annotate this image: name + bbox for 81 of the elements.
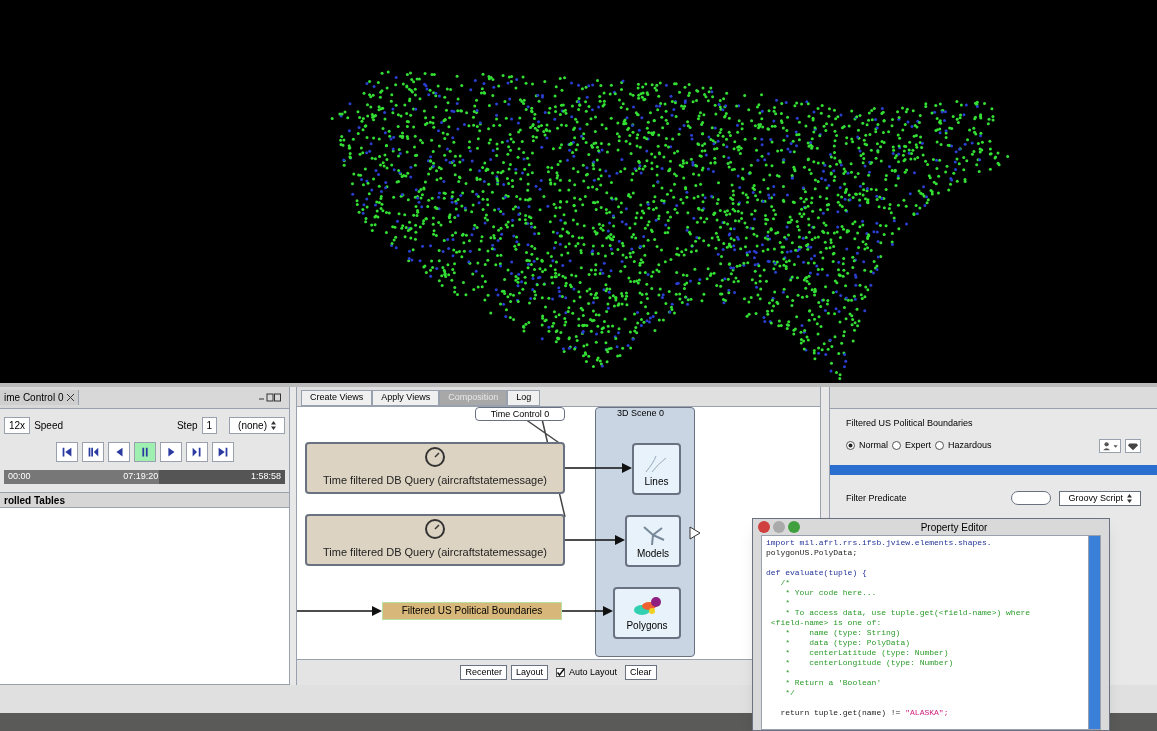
- properties-title: Filtered US Political Boundaries: [845, 417, 974, 430]
- layer-node[interactable]: Models: [625, 515, 681, 567]
- window-buttons-icon[interactable]: [757, 520, 803, 534]
- close-icon[interactable]: [67, 394, 75, 401]
- auto-layout-checkbox[interactable]: Auto Layout: [556, 665, 618, 680]
- code-line: * name (type: String): [784, 628, 902, 638]
- step-label: Step: [176, 419, 198, 433]
- query-label: Time filtered DB Query (aircraftstatemessage): [323, 472, 547, 488]
- connector-arrow: [564, 535, 625, 545]
- code-line: *: [784, 598, 791, 608]
- scene-title: 3D Scene 0: [617, 407, 665, 420]
- query-label: Time filtered DB Query (aircraftstatemessage): [323, 544, 547, 560]
- transport-button[interactable]: [211, 442, 234, 462]
- mode-radio[interactable]: Normal: [846, 438, 888, 453]
- speed-value[interactable]: 12x: [4, 417, 31, 434]
- mode-radio[interactable]: Hazardous: [935, 438, 992, 453]
- predicate-label: Filter Predicate: [846, 491, 907, 505]
- transport-button[interactable]: [107, 442, 130, 462]
- transport-button[interactable]: [55, 442, 78, 462]
- window-controls-icon[interactable]: [259, 393, 281, 402]
- person-dropdown-icon[interactable]: [1099, 438, 1121, 453]
- speed-label: Speed: [34, 419, 64, 433]
- code-line: * Return a 'Boolean': [784, 678, 883, 688]
- colored-shapes-icon: [632, 596, 662, 618]
- timeline-track[interactable]: 00:00 07:19:20 1:58:58: [4, 470, 285, 484]
- gem-icon[interactable]: [1125, 438, 1141, 453]
- scrollbar[interactable]: [1088, 536, 1100, 729]
- code-line: */: [784, 688, 796, 698]
- tables-title: rolled Tables: [4, 493, 65, 508]
- layer-node[interactable]: Lines: [632, 443, 681, 495]
- clock-icon: [424, 517, 446, 540]
- code-line: * centerLatitude (type: Number): [784, 648, 950, 658]
- radio-circle-icon: [892, 441, 901, 450]
- clear-button[interactable]: Clear: [625, 664, 657, 681]
- filter-node[interactable]: Filtered US Political Boundaries: [382, 602, 562, 620]
- clock-icon: [424, 445, 446, 468]
- transport-button[interactable]: [159, 442, 182, 462]
- unit-select[interactable]: (none): [229, 417, 285, 434]
- connector-arrow: [564, 463, 632, 473]
- code-line: return tuple.get(name) != "ALASKA";: [779, 708, 950, 718]
- time-control-node[interactable]: Time Control 0: [475, 407, 565, 421]
- mode-radio[interactable]: Expert: [892, 438, 932, 453]
- code-line: * Your code here...: [784, 588, 878, 598]
- transport-button[interactable]: [81, 442, 104, 462]
- code-line: * centerLongitude (type: Number): [784, 658, 955, 668]
- layer-node[interactable]: Polygons: [613, 587, 681, 639]
- code-line: <field-name> is one of:: [769, 618, 883, 628]
- output-port-icon: [689, 526, 701, 540]
- code-line: * data (type: PolyData): [784, 638, 912, 648]
- query-node[interactable]: Time filtered DB Query (aircraftstatemessage): [305, 514, 565, 566]
- step-field[interactable]: 1: [201, 417, 218, 434]
- canvas-button[interactable]: Layout: [510, 664, 548, 681]
- timeline-start: 00:00: [8, 470, 31, 484]
- window-title: Property Editor: [919, 520, 989, 535]
- predicate-field[interactable]: [1011, 491, 1052, 506]
- view-tab[interactable]: Log: [507, 390, 541, 406]
- transport-button[interactable]: [133, 442, 156, 462]
- query-node[interactable]: Time filtered DB Query (aircraftstatemessage): [305, 442, 565, 494]
- radio-circle-icon: [935, 441, 945, 450]
- code-line: /*: [779, 578, 791, 588]
- canvas-button[interactable]: Recenter: [460, 664, 507, 681]
- timeline-current: 07:19:20: [123, 470, 159, 484]
- code-line: *: [784, 668, 791, 678]
- transport-button[interactable]: [185, 442, 208, 462]
- updown-arrows-icon: [271, 421, 276, 430]
- timeline-end: 1:58:58: [250, 470, 281, 484]
- code-line: polygonUS.PolyData;: [766, 548, 859, 558]
- checkbox-icon: [556, 668, 565, 677]
- view-tab[interactable]: Apply Views: [372, 390, 440, 406]
- code-line: * To access data, use tuple.get(<field-name>) where: [784, 608, 1032, 618]
- code-line: import mil.afrl.rrs.ifsb.jview.elements.shapes.: [766, 538, 993, 548]
- updown-arrows-icon: [1127, 493, 1132, 503]
- connector-arrow: [561, 606, 613, 616]
- layer-label: Models: [636, 547, 670, 561]
- code-line: def evaluate(tuple) {: [766, 568, 868, 578]
- layer-label: Lines: [644, 475, 669, 489]
- layer-label: Polygons: [626, 619, 668, 633]
- script-type-select[interactable]: Groovy Script: [1059, 490, 1141, 506]
- panel-tab[interactable]: ime Control 0: [0, 390, 80, 405]
- radio-circle-icon: [846, 441, 855, 450]
- view-tab[interactable]: Create Views: [301, 390, 373, 406]
